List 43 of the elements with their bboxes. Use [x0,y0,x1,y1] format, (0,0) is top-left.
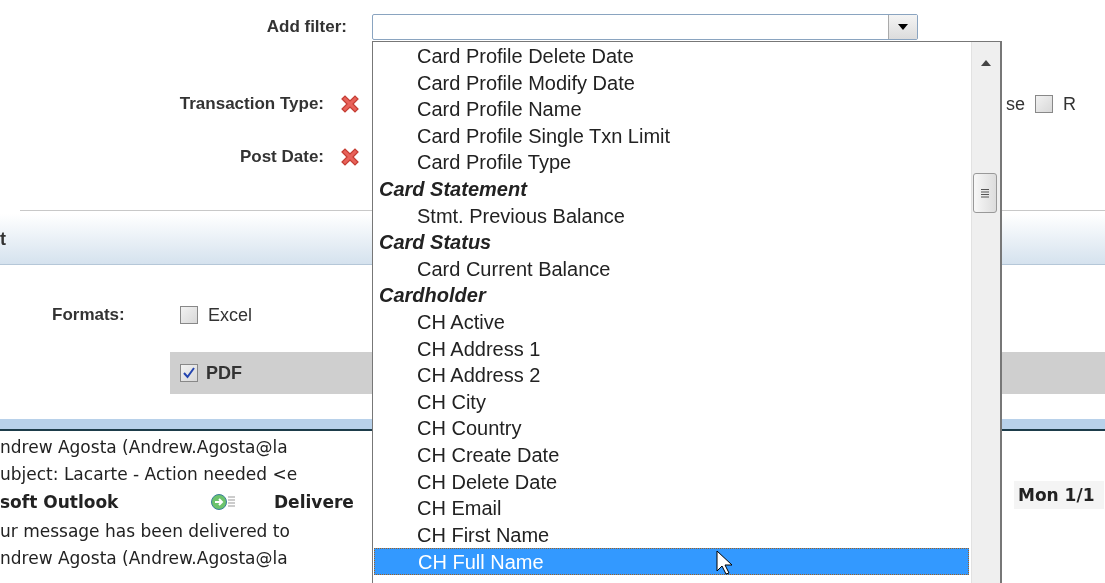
option-label: se [1006,93,1025,115]
checkbox[interactable] [180,364,198,382]
list-item[interactable]: CH City [373,388,971,416]
list-item[interactable]: Card Profile Name [373,96,971,123]
list-item[interactable]: Card Profile Modify Date [373,69,971,97]
group-header[interactable]: Card Statement [373,175,971,203]
checkbox[interactable] [1035,95,1053,113]
mouse-cursor-icon [716,550,734,576]
status-text: Delivere [274,492,354,512]
email-header-line: ndrew Agosta (Andrew.Agosta@la [0,436,288,457]
formats-label: Formats: [52,305,126,325]
list-item[interactable]: Card Profile Single Txn Limit [373,122,971,150]
option-label: R [1063,93,1076,115]
list-item[interactable]: CH Address 2 [373,362,971,389]
scrollbar[interactable] [971,42,1000,583]
list-item[interactable]: CH First Name [373,521,971,549]
scroll-thumb[interactable] [973,173,997,213]
email-header-line: ubject: Lacarte - Action needed <e [0,463,298,484]
filter-label: Post Date: [239,147,324,167]
group-header[interactable]: Card Status [373,229,971,256]
list-item[interactable]: CH Country [373,415,971,442]
list-item[interactable]: Card Current Balance [373,255,971,283]
email-body-line: ur message has been delivered to [0,520,290,541]
list-item[interactable]: CH Create Date [373,441,971,469]
list-item[interactable]: CH Address 1 [373,335,971,363]
list-item[interactable]: Card Profile Type [373,149,971,176]
option-label: PDF [206,362,242,384]
list-item[interactable]: Stmt. Previous Balance [373,202,971,230]
sender-name: soft Outlook [0,492,120,512]
checkbox[interactable] [180,306,198,324]
filter-label: Add filter: [266,17,348,37]
email-date: Mon 1/1 [1014,481,1105,509]
list-item[interactable]: CH Active [373,308,971,336]
filter-label: Transaction Type: [179,94,324,114]
email-body-line: ndrew Agosta (Andrew.Agosta@la [0,547,288,568]
list-item[interactable]: Card Profile Delete Date [373,43,971,70]
group-header[interactable]: Cardholder [373,282,971,309]
list-item[interactable]: CH Delete Date [373,468,971,496]
section-title: t [0,228,6,250]
option-label: Excel [208,304,252,326]
forward-icon [210,493,236,511]
list-item[interactable]: CH Email [373,495,971,522]
scroll-up-icon[interactable] [981,60,991,66]
